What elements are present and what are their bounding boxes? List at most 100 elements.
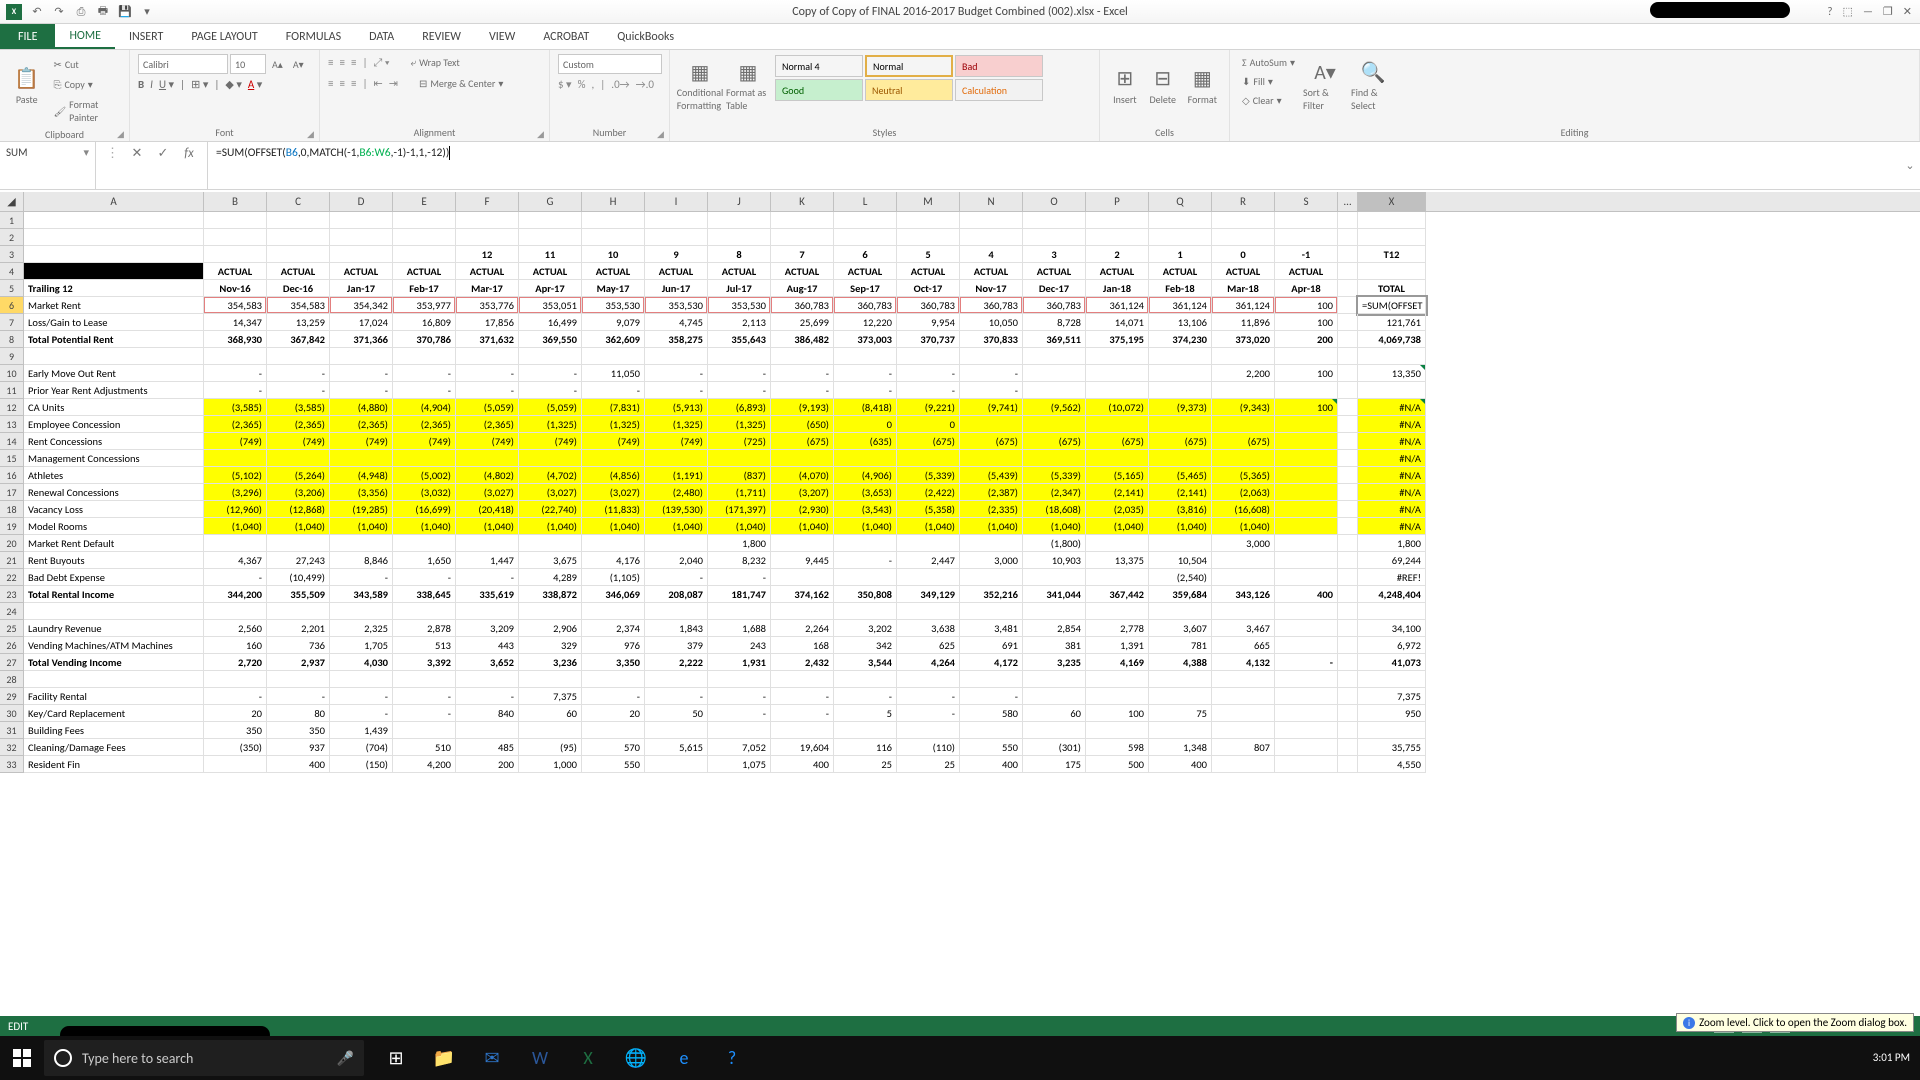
cell[interactable]: ACTUAL	[267, 263, 330, 280]
cell[interactable]: (9,221)	[897, 399, 960, 416]
cell[interactable]	[393, 671, 456, 688]
cell[interactable]: (9,741)	[960, 399, 1023, 416]
accounting-icon[interactable]: $ ▾	[558, 78, 572, 91]
cell[interactable]	[1338, 688, 1358, 705]
cell[interactable]: 2	[1086, 246, 1149, 263]
bold-button[interactable]: B	[138, 78, 144, 91]
cell[interactable]: 443	[456, 637, 519, 654]
cell[interactable]	[456, 450, 519, 467]
cell[interactable]	[1338, 484, 1358, 501]
cell[interactable]	[1338, 229, 1358, 246]
cell[interactable]	[1338, 705, 1358, 722]
alignment-launcher-icon[interactable]: ◢	[537, 129, 547, 139]
align-mid-icon[interactable]: ≡	[339, 56, 344, 69]
cell[interactable]: 100	[1275, 314, 1338, 331]
cell[interactable]: (704)	[330, 739, 393, 756]
cell[interactable]	[1275, 620, 1338, 637]
cell[interactable]	[1023, 722, 1086, 739]
cell[interactable]: -	[834, 382, 897, 399]
cell[interactable]	[1275, 450, 1338, 467]
col-header[interactable]: G	[519, 192, 582, 211]
cell[interactable]: Feb-17	[393, 280, 456, 297]
cell[interactable]	[1212, 382, 1275, 399]
cell[interactable]: 2,778	[1086, 620, 1149, 637]
cell[interactable]: 1,800	[1358, 535, 1426, 552]
cell[interactable]	[330, 229, 393, 246]
cell[interactable]: 1,391	[1086, 637, 1149, 654]
cell[interactable]: 381	[1023, 637, 1086, 654]
cell[interactable]	[771, 450, 834, 467]
cell[interactable]	[1275, 484, 1338, 501]
cell[interactable]	[1149, 688, 1212, 705]
cell[interactable]: ACTUAL	[1212, 263, 1275, 280]
cell[interactable]: 10,504	[1149, 552, 1212, 569]
cell[interactable]: -	[456, 365, 519, 382]
cell[interactable]: 7,375	[1358, 688, 1426, 705]
taskbar-clock[interactable]: 3:01 PM	[1873, 1051, 1920, 1064]
cell[interactable]	[1023, 569, 1086, 586]
cell[interactable]: Apr-17	[519, 280, 582, 297]
cell[interactable]	[204, 535, 267, 552]
cell[interactable]	[645, 450, 708, 467]
grid[interactable]: ◢ A B C D E F G H I J K L M N O P Q R S …	[0, 192, 1920, 1026]
cell[interactable]: 4,264	[897, 654, 960, 671]
cell[interactable]: (110)	[897, 739, 960, 756]
cell[interactable]: 4,550	[1358, 756, 1426, 773]
cell[interactable]	[519, 348, 582, 365]
cell[interactable]: (1,040)	[1212, 518, 1275, 535]
cell[interactable]: 353,530	[582, 297, 645, 314]
cell[interactable]: 369,550	[519, 331, 582, 348]
cell[interactable]: 2,201	[267, 620, 330, 637]
cell[interactable]: Nov-16	[204, 280, 267, 297]
cell[interactable]: Jul-17	[708, 280, 771, 297]
cell[interactable]: (3,027)	[456, 484, 519, 501]
delete-button[interactable]: ⊟Delete	[1146, 54, 1180, 116]
cell[interactable]	[897, 348, 960, 365]
underline-button[interactable]: U ▾	[159, 78, 174, 91]
cell[interactable]	[1023, 603, 1086, 620]
cell[interactable]: (749)	[519, 433, 582, 450]
cell[interactable]	[1086, 382, 1149, 399]
cell[interactable]: (301)	[1023, 739, 1086, 756]
italic-button[interactable]: I	[150, 78, 153, 91]
cell[interactable]	[1086, 229, 1149, 246]
cell[interactable]	[1275, 705, 1338, 722]
cell[interactable]: Jun-17	[645, 280, 708, 297]
cell[interactable]	[330, 212, 393, 229]
style-good[interactable]: Good	[775, 79, 863, 101]
cell[interactable]	[645, 535, 708, 552]
cell[interactable]	[1212, 722, 1275, 739]
cell[interactable]	[645, 603, 708, 620]
cell[interactable]: 342	[834, 637, 897, 654]
name-box[interactable]: SUM ▾	[0, 142, 96, 189]
formula-input[interactable]: =SUM(OFFSET(B6,0,MATCH(-1,B6:W6,-1)-1,1,…	[208, 142, 1900, 189]
cell[interactable]: 4,169	[1086, 654, 1149, 671]
cell[interactable]: 41,073	[1358, 654, 1426, 671]
cell[interactable]: -	[267, 365, 330, 382]
cell[interactable]: (16,608)	[1212, 501, 1275, 518]
cell[interactable]: (3,816)	[1149, 501, 1212, 518]
row-header[interactable]: 7	[0, 314, 24, 331]
cell[interactable]: 369,511	[1023, 331, 1086, 348]
cell[interactable]: -	[645, 365, 708, 382]
cell[interactable]	[204, 450, 267, 467]
cell[interactable]: (5,439)	[960, 467, 1023, 484]
cell[interactable]: (1,040)	[834, 518, 897, 535]
cell[interactable]: (150)	[330, 756, 393, 773]
cell[interactable]	[24, 246, 204, 263]
cell[interactable]: -	[393, 569, 456, 586]
cell[interactable]: Athletes	[24, 467, 204, 484]
cell[interactable]: 6,972	[1358, 637, 1426, 654]
cell[interactable]	[1086, 348, 1149, 365]
cell[interactable]: Key/Card Replacement	[24, 705, 204, 722]
col-header[interactable]: D	[330, 192, 393, 211]
cell[interactable]	[330, 348, 393, 365]
cell[interactable]: 3,467	[1212, 620, 1275, 637]
cell[interactable]: (1,040)	[645, 518, 708, 535]
cell[interactable]	[393, 722, 456, 739]
cell[interactable]	[519, 671, 582, 688]
cell[interactable]: (3,027)	[582, 484, 645, 501]
cell[interactable]: 1,688	[708, 620, 771, 637]
cell[interactable]	[456, 722, 519, 739]
cell[interactable]: (12,960)	[204, 501, 267, 518]
